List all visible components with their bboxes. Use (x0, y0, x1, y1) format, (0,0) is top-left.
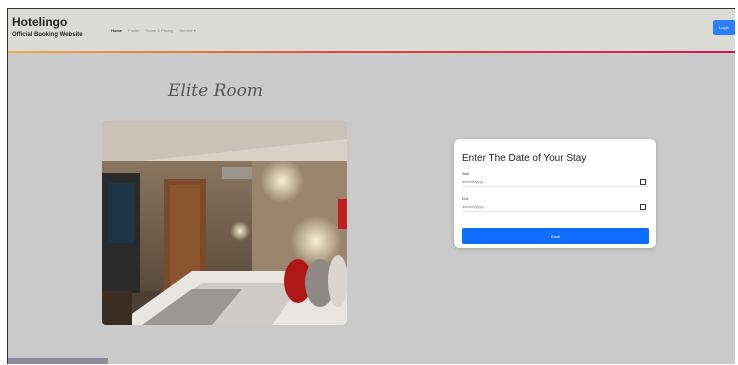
navbar-accent-line (8, 51, 735, 53)
nav-link-room-pricing[interactable]: Room & Pricing (145, 28, 173, 33)
browser-viewport: Hotelingo Official Booking Website Home … (7, 8, 735, 364)
calendar-icon[interactable] (640, 179, 646, 185)
brand-title[interactable]: Hotelingo (12, 15, 67, 29)
login-button[interactable]: Login (713, 20, 735, 35)
room-title: Elite Room (168, 81, 263, 101)
nav-link-service-dropdown[interactable]: Service ▾ (179, 28, 195, 33)
booking-card: Enter The Date of Your Stay Start dd/mm/… (454, 139, 656, 248)
navbar: Hotelingo Official Booking Website Home … (8, 9, 735, 51)
nav-links: Home Profile Room & Pricing Service ▾ (111, 28, 196, 33)
end-date-label: End (462, 197, 469, 201)
start-date-input[interactable]: dd/mm/yyyy (462, 178, 648, 187)
booking-card-title: Enter The Date of Your Stay (462, 153, 587, 164)
book-button[interactable]: Book (462, 228, 649, 244)
room-photo (102, 121, 347, 325)
start-date-value: dd/mm/yyyy (462, 179, 484, 184)
end-date-value: dd/mm/yyyy (462, 204, 484, 209)
start-date-label: Start (462, 172, 470, 176)
end-date-input[interactable]: dd/mm/yyyy (462, 203, 648, 212)
brand-subtitle: Official Booking Website (12, 32, 83, 38)
nav-link-home[interactable]: Home (111, 28, 122, 33)
bottom-overlay-tab (8, 358, 108, 364)
calendar-icon[interactable] (640, 204, 646, 210)
nav-link-profile[interactable]: Profile (128, 28, 139, 33)
